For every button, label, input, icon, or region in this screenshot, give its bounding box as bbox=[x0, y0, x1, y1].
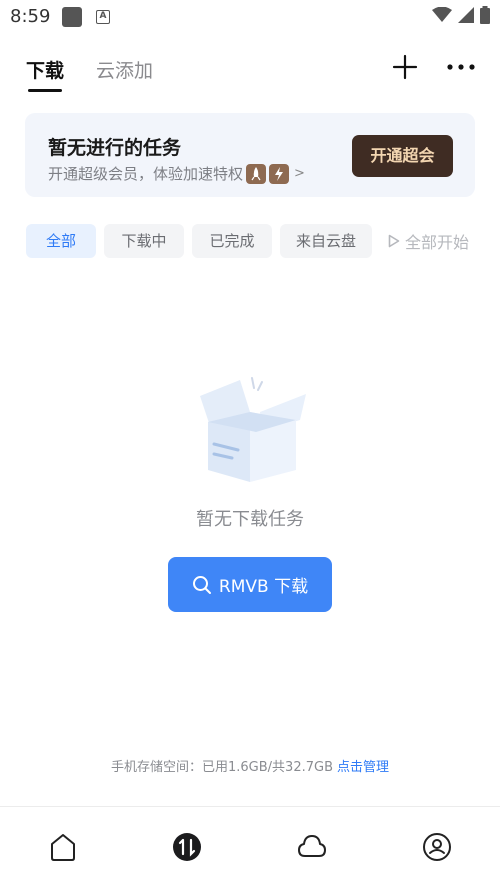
search-icon bbox=[192, 575, 211, 594]
signal-icon bbox=[458, 7, 474, 23]
empty-box-icon bbox=[200, 377, 306, 482]
profile-icon[interactable] bbox=[422, 832, 452, 862]
a-notification-icon: A bbox=[96, 10, 110, 24]
empty-state-message: 暂无下载任务 bbox=[196, 509, 304, 530]
tab-cloud-add[interactable]: 云添加 bbox=[96, 56, 153, 83]
bottom-nav-divider bbox=[0, 806, 500, 807]
filter-from-cloud[interactable]: 来自云盘 bbox=[280, 224, 372, 258]
rmvb-download-label: RMVB 下载 bbox=[218, 577, 309, 597]
lightning-badge-icon bbox=[269, 163, 290, 184]
filter-downloading[interactable]: 下载中 bbox=[104, 224, 184, 258]
manage-storage-link[interactable]: 点击管理 bbox=[337, 760, 389, 775]
rmvb-download-button[interactable]: RMVB 下载 bbox=[168, 557, 332, 612]
home-icon[interactable] bbox=[48, 832, 78, 862]
rocket-badge-icon bbox=[246, 163, 267, 184]
status-icons bbox=[432, 6, 490, 24]
storage-usage-label: 手机存储空间：已用1.6GB/共32.7GB bbox=[111, 760, 333, 775]
cloud-icon[interactable] bbox=[297, 832, 327, 862]
start-all-button[interactable]: 全部开始 bbox=[388, 229, 469, 253]
app-notification-icon bbox=[62, 7, 82, 27]
play-icon bbox=[388, 234, 400, 248]
plus-icon[interactable] bbox=[392, 54, 418, 80]
status-time: 8:59 bbox=[10, 6, 51, 27]
open-vip-button[interactable]: 开通超会 bbox=[352, 135, 453, 177]
wifi-icon bbox=[432, 7, 452, 22]
transfer-icon[interactable] bbox=[172, 832, 202, 862]
status-bar: 8:59 A bbox=[0, 0, 500, 34]
start-all-label: 全部开始 bbox=[405, 233, 470, 252]
vip-banner-subtitle-row[interactable]: 开通超级会员，体验加速特权 > bbox=[48, 163, 305, 184]
vip-banner-subtitle: 开通超级会员，体验加速特权 bbox=[48, 165, 244, 183]
filter-all[interactable]: 全部 bbox=[26, 224, 96, 258]
active-tab-indicator bbox=[28, 89, 62, 92]
chevron-right-icon: > bbox=[294, 166, 305, 181]
tab-download[interactable]: 下载 bbox=[26, 56, 64, 83]
storage-info: 手机存储空间：已用1.6GB/共32.7GB 点击管理 bbox=[0, 756, 500, 775]
vip-banner: 暂无进行的任务 开通超级会员，体验加速特权 > 开通超会 bbox=[25, 113, 475, 197]
vip-banner-title: 暂无进行的任务 bbox=[48, 137, 182, 159]
more-icon[interactable] bbox=[446, 58, 476, 76]
filter-completed[interactable]: 已完成 bbox=[192, 224, 272, 258]
battery-icon bbox=[480, 6, 490, 24]
